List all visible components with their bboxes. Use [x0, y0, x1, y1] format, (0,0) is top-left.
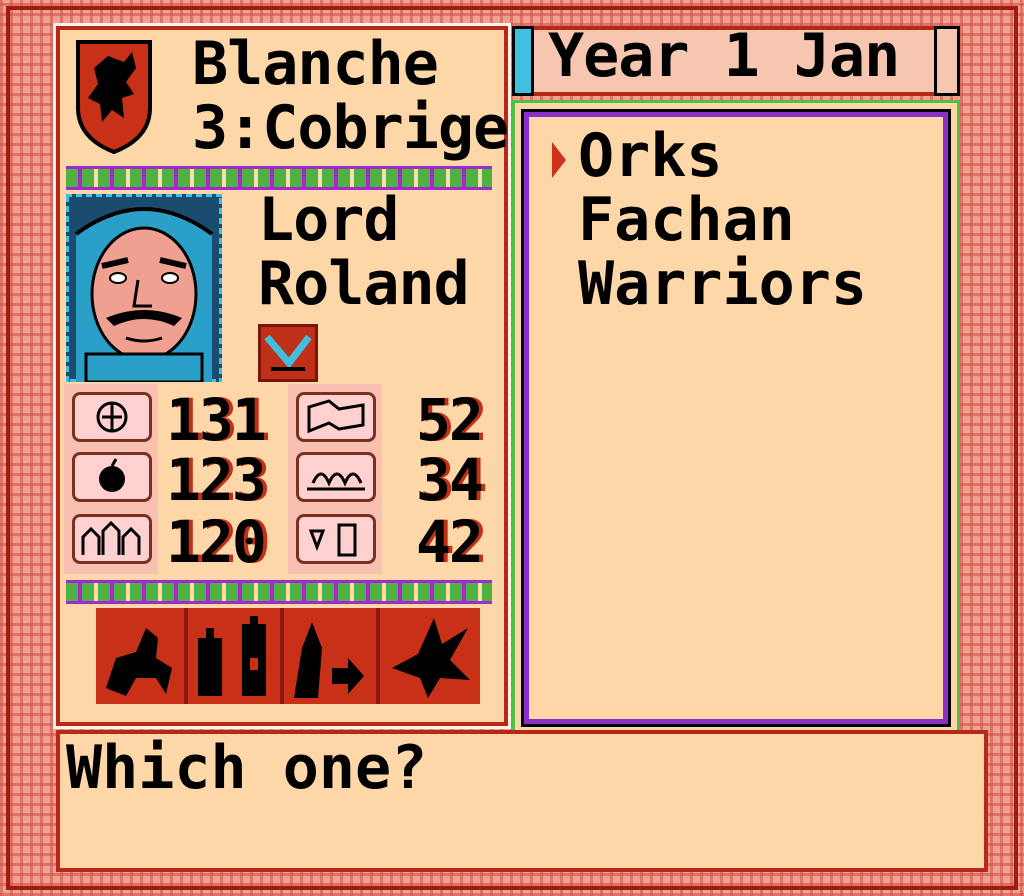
flag-icon — [296, 392, 376, 442]
people-icon — [296, 514, 376, 564]
scroll-cap-left — [512, 26, 534, 96]
prompt-text: Which one? — [66, 733, 428, 803]
lord-portrait — [66, 194, 222, 382]
dragon-icon[interactable] — [384, 608, 476, 704]
vine-divider-bottom — [66, 580, 492, 604]
selection-cursor-icon — [552, 142, 566, 178]
list-item-fachan[interactable]: Fachan — [578, 188, 795, 252]
stat-food: 123 — [166, 446, 267, 514]
list-item-orks[interactable]: Orks — [578, 124, 723, 188]
scroll-cap-right — [934, 26, 960, 96]
march-icon[interactable] — [288, 608, 380, 704]
stat-flag: 52 — [416, 386, 484, 454]
stat-crops: 34 — [416, 446, 484, 514]
date-label: Year 1 Jan — [548, 21, 900, 91]
lord-title: Lord — [258, 185, 399, 255]
crops-icon — [296, 452, 376, 502]
date-bar: Year 1 Jan — [512, 21, 960, 96]
stat-castle: 120 — [166, 508, 267, 576]
cavalry-icon[interactable] — [96, 608, 188, 704]
lord-name: Roland — [258, 249, 470, 319]
stat-people: 42 — [416, 508, 484, 576]
command-bar — [96, 608, 480, 704]
castle-icon — [72, 514, 152, 564]
lion-crest-icon — [76, 40, 152, 154]
kingdom-name: Blanche — [192, 29, 439, 99]
gold-icon — [72, 392, 152, 442]
province-name: 3:Cobrige — [192, 93, 509, 163]
food-icon — [72, 452, 152, 502]
army-castle-icon[interactable] — [192, 608, 284, 704]
crossed-swords-icon — [258, 324, 318, 382]
stat-gold: 131 — [166, 386, 267, 454]
list-item-warriors[interactable]: Warriors — [578, 252, 867, 316]
